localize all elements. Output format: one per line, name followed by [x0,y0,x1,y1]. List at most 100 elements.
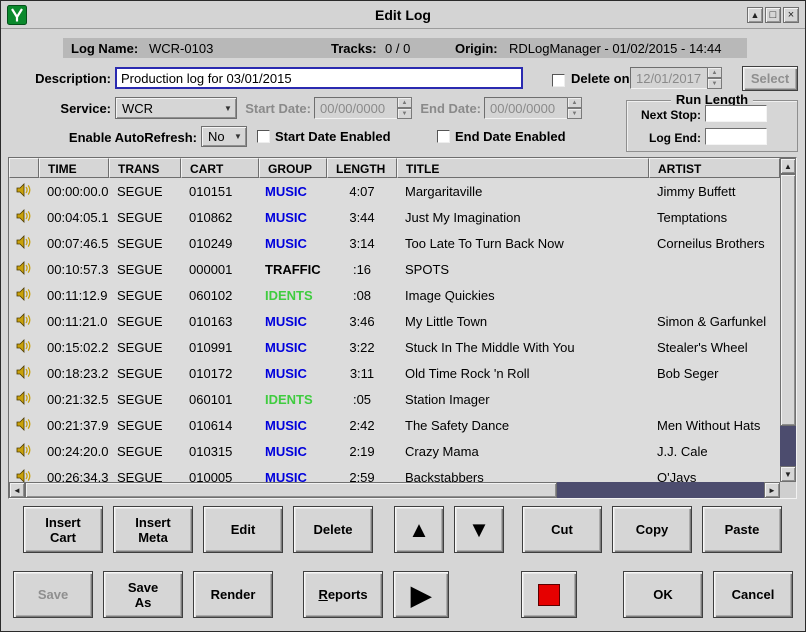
row-group: MUSIC [259,418,327,433]
spin-up-icon: ▲ [397,97,412,108]
ok-button[interactable]: OK [623,571,703,618]
maximize-button[interactable]: □ [765,7,781,23]
description-input[interactable]: Production log for 03/01/2015 [115,67,523,89]
render-button[interactable]: Render [193,571,273,618]
close-button[interactable]: × [783,7,799,23]
insert-cart-button[interactable]: Insert Cart [23,506,103,553]
log-rows: 00:00:00.0 SEGUE 010151 MUSIC 4:07 Marga… [9,178,780,482]
down-arrow-icon: ▼ [468,519,490,541]
horizontal-scroll-thumb[interactable] [25,482,557,498]
cut-button[interactable]: Cut [522,506,602,553]
table-row[interactable]: 00:11:12.9 SEGUE 060102 IDENTS :08 Image… [9,282,780,308]
up-arrow-icon: ▲ [408,519,430,541]
row-trans: SEGUE [109,444,181,459]
row-group: MUSIC [259,210,327,225]
play-icon: ▶ [411,582,431,608]
move-down-button[interactable]: ▼ [454,506,504,553]
row-time: 00:15:02.2 [39,340,109,355]
vertical-scrollbar[interactable]: ▲ ▼ [780,158,796,482]
log-name-label: Log Name: [71,41,138,56]
scroll-up-button[interactable]: ▲ [780,158,796,174]
delete-button[interactable]: Delete [293,506,373,553]
speaker-icon [9,469,39,483]
table-row[interactable]: 00:10:57.3 SEGUE 000001 TRAFFIC :16 SPOT… [9,256,780,282]
speaker-icon [9,443,39,460]
description-label: Description: [9,71,111,86]
autorefresh-value: No [202,129,230,144]
speaker-icon [9,417,39,434]
table-row[interactable]: 00:04:05.1 SEGUE 010862 MUSIC 3:44 Just … [9,204,780,230]
end-date-enabled-checkbox[interactable] [437,130,450,143]
column-header-artist: ARTIST [649,158,780,178]
cancel-button[interactable]: Cancel [713,571,793,618]
row-cart: 000001 [181,262,259,277]
row-length: 3:11 [327,366,397,381]
column-header-icon [9,158,39,178]
save-button: Save [13,571,93,618]
row-title: Backstabbers [397,470,649,483]
table-row[interactable]: 00:24:20.0 SEGUE 010315 MUSIC 2:19 Crazy… [9,438,780,464]
row-time: 00:04:05.1 [39,210,109,225]
row-group: MUSIC [259,314,327,329]
row-cart: 010172 [181,366,259,381]
table-row[interactable]: 00:00:00.0 SEGUE 010151 MUSIC 4:07 Marga… [9,178,780,204]
start-date-enabled-checkbox[interactable] [257,130,270,143]
row-cart: 060102 [181,288,259,303]
table-row[interactable]: 00:26:34.3 SEGUE 010005 MUSIC 2:59 Backs… [9,464,780,482]
table-row[interactable]: 00:07:46.5 SEGUE 010249 MUSIC 3:14 Too L… [9,230,780,256]
scrollbar-corner [780,482,796,498]
row-trans: SEGUE [109,470,181,483]
start-date-label: Start Date: [241,101,311,116]
vertical-scroll-thumb[interactable] [780,174,796,426]
table-row[interactable]: 00:21:37.9 SEGUE 010614 MUSIC 2:42 The S… [9,412,780,438]
service-combo[interactable]: WCR ▼ [115,97,237,119]
next-stop-label: Next Stop: [631,108,701,122]
titlebar[interactable]: Edit Log ▲ □ × [1,1,805,29]
start-date-value: 00/00/0000 [314,97,397,119]
row-group: IDENTS [259,392,327,407]
shade-button[interactable]: ▲ [747,7,763,23]
row-time: 00:00:00.0 [39,184,109,199]
row-cart: 010862 [181,210,259,225]
row-title: Just My Imagination [397,210,649,225]
horizontal-scrollbar[interactable]: ◄ ► [9,482,780,498]
scroll-down-button[interactable]: ▼ [780,466,796,482]
play-button[interactable]: ▶ [393,571,449,618]
table-row[interactable]: 00:11:21.0 SEGUE 010163 MUSIC 3:46 My Li… [9,308,780,334]
row-trans: SEGUE [109,340,181,355]
speaker-icon [9,339,39,356]
copy-button[interactable]: Copy [612,506,692,553]
autorefresh-combo[interactable]: No ▼ [201,126,247,147]
origin-value: RDLogManager - 01/02/2015 - 14:44 [509,41,721,56]
paste-button[interactable]: Paste [702,506,782,553]
move-up-button[interactable]: ▲ [394,506,444,553]
scroll-left-button[interactable]: ◄ [9,482,25,498]
edit-button[interactable]: Edit [203,506,283,553]
delete-on-checkbox[interactable] [552,74,565,87]
autorefresh-label: Enable AutoRefresh: [9,130,197,145]
row-title: SPOTS [397,262,649,277]
row-group: MUSIC [259,470,327,483]
scroll-right-button[interactable]: ► [764,482,780,498]
table-row[interactable]: 00:18:23.2 SEGUE 010172 MUSIC 3:11 Old T… [9,360,780,386]
row-group: MUSIC [259,236,327,251]
row-cart: 060101 [181,392,259,407]
row-artist: J.J. Cale [649,444,780,459]
stop-button[interactable] [521,571,577,618]
column-header-length: LENGTH [327,158,397,178]
spin-down-icon: ▼ [567,108,582,119]
row-length: 3:22 [327,340,397,355]
insert-meta-button[interactable]: Insert Meta [113,506,193,553]
row-time: 00:24:20.0 [39,444,109,459]
reports-button[interactable]: Reports [303,571,383,618]
tracks-value: 0 / 0 [385,41,410,56]
spin-down-icon: ▼ [707,78,722,89]
row-length: 3:44 [327,210,397,225]
table-row[interactable]: 00:21:32.5 SEGUE 060101 IDENTS :05 Stati… [9,386,780,412]
save-as-button[interactable]: Save As [103,571,183,618]
log-name-value: WCR-0103 [149,41,213,56]
row-artist: Jimmy Buffett [649,184,780,199]
table-row[interactable]: 00:15:02.2 SEGUE 010991 MUSIC 3:22 Stuck… [9,334,780,360]
origin-label: Origin: [455,41,498,56]
window-title: Edit Log [1,7,805,23]
